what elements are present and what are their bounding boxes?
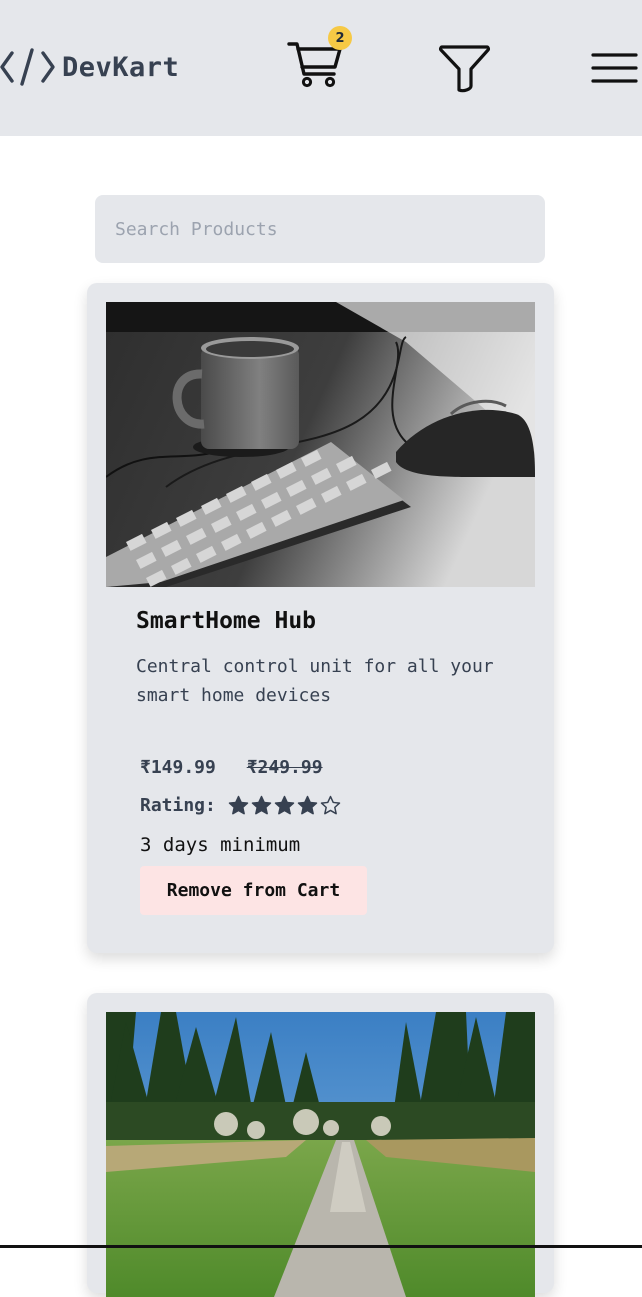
search-bar bbox=[95, 195, 545, 263]
search-input[interactable] bbox=[95, 195, 545, 263]
remove-from-cart-button[interactable]: Remove from Cart bbox=[140, 866, 367, 915]
price-row: ₹149.99 ₹249.99 bbox=[140, 757, 323, 778]
original-price: ₹249.99 bbox=[246, 757, 323, 778]
rating-stars bbox=[228, 795, 341, 816]
rental-duration: 3 days minimum bbox=[140, 834, 301, 856]
cart-count-badge: 2 bbox=[328, 26, 352, 50]
sale-price: ₹149.99 bbox=[140, 757, 216, 778]
product-image bbox=[106, 302, 535, 587]
filter-funnel-icon bbox=[438, 45, 491, 93]
rating-row: Rating: bbox=[140, 795, 341, 816]
cart-button[interactable]: 2 bbox=[284, 26, 354, 92]
hamburger-menu-icon bbox=[591, 53, 638, 83]
star-filled-icon bbox=[297, 795, 318, 815]
product-description: Central control unit for all your smart … bbox=[136, 656, 494, 706]
product-title: SmartHome Hub bbox=[136, 608, 317, 634]
brand-logo[interactable]: DevKart bbox=[0, 44, 179, 90]
star-filled-icon bbox=[228, 795, 249, 815]
product-image bbox=[106, 1012, 535, 1297]
app-header: DevKart 2 bbox=[0, 0, 642, 136]
rating-label: Rating: bbox=[140, 795, 216, 816]
product-card bbox=[87, 993, 554, 1297]
code-brackets-icon bbox=[0, 48, 55, 86]
star-filled-icon bbox=[274, 795, 295, 815]
star-filled-icon bbox=[251, 795, 272, 815]
product-card: SmartHome Hub Central control unit for a… bbox=[87, 283, 554, 953]
brand-name: DevKart bbox=[62, 51, 180, 83]
filter-button[interactable] bbox=[438, 42, 492, 94]
star-empty-icon bbox=[320, 795, 341, 815]
menu-button[interactable] bbox=[590, 48, 638, 88]
